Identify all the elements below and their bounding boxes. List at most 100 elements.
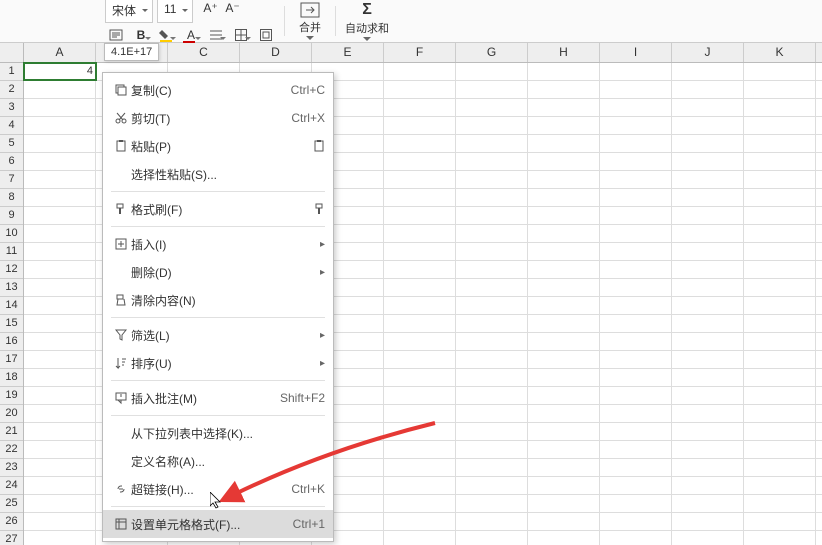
cell[interactable]: [24, 495, 96, 512]
merge-button[interactable]: 合并: [292, 1, 328, 41]
cell[interactable]: [384, 81, 456, 98]
font-name-select[interactable]: 宋体: [105, 0, 153, 23]
cell[interactable]: [744, 81, 816, 98]
cell[interactable]: [528, 387, 600, 404]
cell[interactable]: [528, 441, 600, 458]
cell[interactable]: [24, 117, 96, 134]
row-header[interactable]: 8: [0, 189, 23, 207]
row-header[interactable]: 3: [0, 99, 23, 117]
cell[interactable]: [672, 477, 744, 494]
cell[interactable]: [384, 477, 456, 494]
menu-item[interactable]: 排序(U)▸: [103, 349, 333, 377]
cell[interactable]: [528, 531, 600, 545]
cell[interactable]: [384, 441, 456, 458]
cell[interactable]: [456, 531, 528, 545]
cell[interactable]: [744, 99, 816, 116]
cell[interactable]: [600, 243, 672, 260]
cell[interactable]: [672, 135, 744, 152]
cell[interactable]: [600, 189, 672, 206]
cell[interactable]: [528, 495, 600, 512]
cell[interactable]: [456, 171, 528, 188]
cell[interactable]: [744, 513, 816, 530]
cell[interactable]: [744, 405, 816, 422]
row-header[interactable]: 2: [0, 81, 23, 99]
cell[interactable]: [24, 423, 96, 440]
cell[interactable]: [672, 459, 744, 476]
row-header[interactable]: 13: [0, 279, 23, 297]
cell[interactable]: [744, 171, 816, 188]
cell[interactable]: [456, 99, 528, 116]
cell[interactable]: [672, 315, 744, 332]
cell[interactable]: [600, 63, 672, 80]
cell[interactable]: [384, 369, 456, 386]
row-header[interactable]: 19: [0, 387, 23, 405]
cell[interactable]: [528, 297, 600, 314]
cell[interactable]: [744, 387, 816, 404]
cell[interactable]: [24, 297, 96, 314]
cell[interactable]: [744, 117, 816, 134]
menu-item[interactable]: 复制(C)Ctrl+C: [103, 76, 333, 104]
cell[interactable]: [600, 315, 672, 332]
cell[interactable]: [600, 333, 672, 350]
cell[interactable]: [600, 531, 672, 545]
cell[interactable]: [600, 387, 672, 404]
cell[interactable]: [24, 261, 96, 278]
cell[interactable]: [456, 279, 528, 296]
row-header[interactable]: 14: [0, 297, 23, 315]
row-header[interactable]: 18: [0, 369, 23, 387]
cell[interactable]: [456, 135, 528, 152]
row-header[interactable]: 22: [0, 441, 23, 459]
cell[interactable]: [528, 117, 600, 134]
cell[interactable]: [672, 207, 744, 224]
cell[interactable]: [384, 495, 456, 512]
cell[interactable]: [600, 225, 672, 242]
menu-item[interactable]: 超链接(H)...Ctrl+K: [103, 475, 333, 503]
row-header[interactable]: 1: [0, 63, 23, 81]
cell[interactable]: [456, 351, 528, 368]
row-header[interactable]: 21: [0, 423, 23, 441]
cell[interactable]: [384, 189, 456, 206]
cell[interactable]: [744, 153, 816, 170]
cell[interactable]: [24, 243, 96, 260]
cell[interactable]: [456, 297, 528, 314]
borders-button[interactable]: [230, 25, 252, 45]
cell[interactable]: [600, 153, 672, 170]
cell[interactable]: [456, 495, 528, 512]
bold-button[interactable]: B: [130, 25, 152, 45]
cell[interactable]: [24, 459, 96, 476]
cell[interactable]: [456, 225, 528, 242]
cell[interactable]: [744, 297, 816, 314]
cell[interactable]: [24, 153, 96, 170]
row-header[interactable]: 24: [0, 477, 23, 495]
cell[interactable]: [384, 63, 456, 80]
cell[interactable]: [528, 405, 600, 422]
cell[interactable]: [528, 315, 600, 332]
cell[interactable]: [672, 153, 744, 170]
menu-item[interactable]: 定义名称(A)...: [103, 447, 333, 475]
cell[interactable]: [744, 423, 816, 440]
cell[interactable]: [384, 99, 456, 116]
cell[interactable]: [600, 135, 672, 152]
cell[interactable]: [456, 459, 528, 476]
cell[interactable]: [24, 405, 96, 422]
cell[interactable]: [672, 351, 744, 368]
cell[interactable]: [456, 477, 528, 494]
cell[interactable]: [456, 261, 528, 278]
cell[interactable]: [528, 171, 600, 188]
wrap-text-button[interactable]: [105, 25, 127, 45]
cell[interactable]: [384, 297, 456, 314]
cell[interactable]: [24, 477, 96, 494]
cell[interactable]: [528, 63, 600, 80]
cell[interactable]: [456, 369, 528, 386]
cell[interactable]: [672, 225, 744, 242]
cell[interactable]: [744, 369, 816, 386]
cell[interactable]: [744, 459, 816, 476]
row-header[interactable]: 15: [0, 315, 23, 333]
column-header[interactable]: G: [456, 43, 528, 62]
cell[interactable]: [528, 459, 600, 476]
cell[interactable]: [456, 63, 528, 80]
column-header[interactable]: D: [240, 43, 312, 62]
cell[interactable]: [600, 279, 672, 296]
column-header[interactable]: F: [384, 43, 456, 62]
cell[interactable]: [24, 531, 96, 545]
